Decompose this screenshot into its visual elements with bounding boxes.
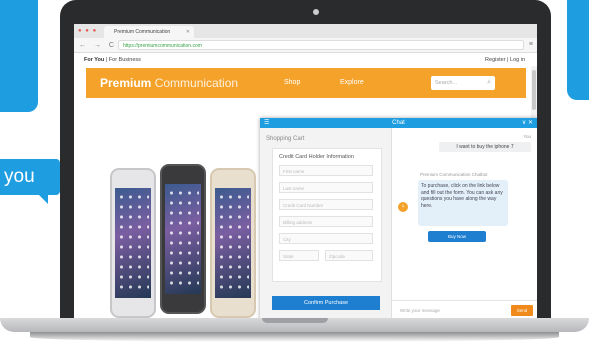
shopping-cart-panel: Shopping Cart Credit Card Holder Informa… xyxy=(260,128,392,320)
camera-icon xyxy=(313,9,319,15)
brand-bold: Premium xyxy=(100,76,152,90)
browser-tab[interactable]: Premium Communication ✕ xyxy=(104,26,194,38)
site-header-banner: Premium Communication Shop Explore Searc… xyxy=(86,68,526,98)
cart-title: Shopping Cart xyxy=(266,136,305,142)
menu-icon[interactable]: ≡ xyxy=(529,41,533,48)
message-composer: Write your message Send xyxy=(392,300,537,320)
laptop-notch xyxy=(262,318,328,323)
chat-header: ☰ Chat ∨ ✕ xyxy=(260,118,537,128)
speech-bubble-you: you xyxy=(0,159,60,204)
phone-gold xyxy=(210,168,256,318)
phone-silver xyxy=(110,168,156,318)
brand-logo[interactable]: Premium Communication xyxy=(100,76,238,90)
sender-label: You xyxy=(523,134,531,139)
phone-space-gray xyxy=(160,164,206,314)
bot-name: Premium Communication Chatbot xyxy=(420,172,488,177)
product-image xyxy=(110,164,260,320)
city-field[interactable]: City xyxy=(279,233,373,244)
close-icon[interactable]: ✕ xyxy=(186,26,190,38)
chat-window-controls[interactable]: ∨ ✕ xyxy=(522,118,533,128)
window-controls[interactable]: ● ● ● xyxy=(78,28,97,34)
bot-avatar-icon: ♀ xyxy=(398,202,408,212)
first-name-field[interactable]: First name xyxy=(279,165,373,176)
message-input[interactable]: Write your message xyxy=(396,305,508,316)
bot-message: To purchase, click on the link below and… xyxy=(418,180,508,226)
laptop-base xyxy=(0,318,589,348)
laptop-screen: ● ● ● Premium Communication ✕ ← → C ⌂ 🔒 … xyxy=(74,24,537,320)
address-bar-row: ← → C ⌂ 🔒 https://premiumcommunication.c… xyxy=(74,38,537,53)
card-holder-form: Credit Card Holder Information First nam… xyxy=(272,148,382,282)
tab-title: Premium Communication xyxy=(114,29,171,35)
chat-conversation: You I want to buy the iphone 7 Premium C… xyxy=(392,128,537,320)
confirm-purchase-button[interactable]: Confirm Purchase xyxy=(272,296,380,310)
decorative-bubble-left xyxy=(0,0,38,112)
search-input[interactable]: Search... ⌕ xyxy=(431,76,495,90)
register-login-link[interactable]: Register | Log in xyxy=(485,57,525,63)
for-you-link[interactable]: For You xyxy=(84,57,104,63)
nav-shop[interactable]: Shop xyxy=(284,79,300,86)
site-topbar: For You | For Business Register | Log in xyxy=(74,53,537,67)
state-field[interactable]: State xyxy=(279,250,319,261)
laptop-shadow xyxy=(30,332,559,342)
search-icon[interactable]: ⌕ xyxy=(487,76,491,90)
last-name-field[interactable]: Last name xyxy=(279,182,373,193)
search-placeholder: Search... xyxy=(435,80,458,86)
billing-address-field[interactable]: Billing address xyxy=(279,216,373,227)
form-title: Credit Card Holder Information xyxy=(279,154,354,160)
browser-tabbar: ● ● ● Premium Communication ✕ xyxy=(74,24,537,38)
scrollbar-thumb[interactable] xyxy=(532,70,536,110)
zipcode-field[interactable]: Zipcode xyxy=(325,250,373,261)
url-field[interactable]: https://premiumcommunication.com xyxy=(118,40,524,50)
chat-title: Chat xyxy=(392,120,405,126)
decorative-bubble-right xyxy=(567,0,589,100)
for-business-link[interactable]: For Business xyxy=(109,57,141,63)
card-number-field[interactable]: Credit Card Number xyxy=(279,199,373,210)
chat-window: ☰ Chat ∨ ✕ Shopping Cart Credit Card Hol… xyxy=(260,118,537,320)
audience-links: For You | For Business xyxy=(84,57,141,63)
brand-light: Communication xyxy=(154,76,239,90)
send-button[interactable]: Send xyxy=(511,305,533,316)
nav-explore[interactable]: Explore xyxy=(340,79,364,86)
buy-now-button[interactable]: Buy Now xyxy=(428,231,486,242)
user-message: I want to buy the iphone 7 xyxy=(439,142,531,152)
